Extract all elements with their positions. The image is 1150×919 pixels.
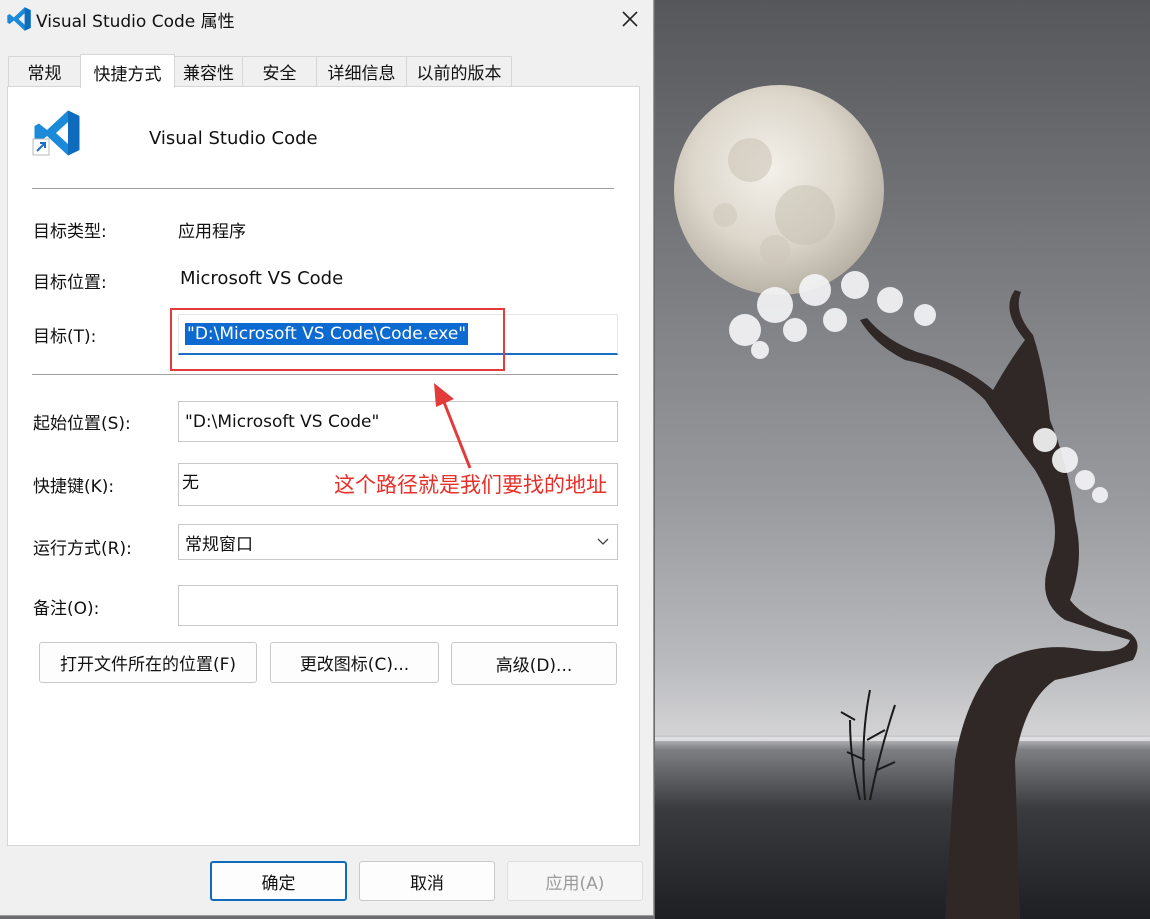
chevron-down-icon (597, 538, 609, 545)
start-in-field-text: "D:\Microsoft VS Code" (185, 411, 380, 432)
tab-shortcut[interactable]: 快捷方式 (80, 54, 175, 88)
ok-label: 确定 (261, 873, 296, 894)
apply-button[interactable]: 应用(A) (507, 861, 643, 901)
cancel-label: 取消 (410, 873, 444, 894)
title-bar[interactable]: Visual Studio Code 属性 (0, 0, 654, 38)
tab-label: 以前的版本 (416, 64, 502, 84)
ok-button[interactable]: 确定 (210, 861, 347, 901)
start-in-field[interactable]: "D:\Microsoft VS Code" (178, 401, 618, 442)
target-location-value: Microsoft VS Code (180, 268, 344, 289)
start-in-label: 起始位置(S): (33, 414, 131, 434)
annotation-highlight-box (170, 308, 505, 371)
properties-dialog: Visual Studio Code 属性 常规 快捷方式 兼容性 安全 详细信… (0, 0, 654, 916)
run-label: 运行方式(R): (33, 539, 132, 559)
water (655, 735, 1150, 919)
close-icon (622, 11, 638, 27)
hotkey-field-text: 无 (182, 473, 199, 493)
tab-details[interactable]: 详细信息 (316, 56, 407, 87)
run-select-value: 常规窗口 (185, 534, 253, 555)
change-icon-button[interactable]: 更改图标(C)... (270, 642, 439, 683)
target-label: 目标(T): (33, 327, 97, 347)
tab-label: 快捷方式 (93, 65, 162, 85)
divider (32, 374, 618, 375)
hotkey-label: 快捷键(K): (33, 477, 115, 497)
vscode-icon (7, 7, 31, 31)
divider (32, 188, 614, 189)
tab-label: 兼容性 (183, 64, 234, 84)
annotation-arrow-icon (434, 383, 472, 469)
wallpaper-art (655, 85, 1150, 919)
comment-field[interactable] (178, 585, 618, 626)
target-type-label: 目标类型: (33, 222, 107, 242)
tab-previous-versions[interactable]: 以前的版本 (406, 56, 512, 87)
annotation-text: 这个路径就是我们要找的地址 (334, 473, 607, 497)
target-location-label: 目标位置: (33, 273, 107, 293)
tab-general[interactable]: 常规 (8, 56, 81, 87)
cancel-button[interactable]: 取消 (359, 861, 495, 901)
open-location-button[interactable]: 打开文件所在的位置(F) (39, 642, 257, 683)
vscode-icon (32, 110, 80, 156)
tab-compatibility[interactable]: 兼容性 (174, 56, 243, 87)
change-icon-label: 更改图标(C)... (299, 655, 410, 675)
advanced-button[interactable]: 高级(D)... (451, 642, 617, 685)
target-type-value: 应用程序 (178, 222, 246, 242)
app-name: Visual Studio Code (149, 128, 318, 149)
desktop-wallpaper (655, 0, 1150, 919)
close-button[interactable] (612, 4, 648, 34)
tab-label: 常规 (27, 64, 62, 84)
advanced-label: 高级(D)... (495, 656, 573, 676)
open-location-label: 打开文件所在的位置(F) (59, 655, 237, 675)
comment-label: 备注(O): (33, 599, 100, 619)
tab-label: 详细信息 (327, 64, 396, 84)
apply-label: 应用(A) (545, 873, 605, 894)
run-select[interactable]: 常规窗口 (178, 524, 618, 560)
tab-label: 安全 (262, 64, 297, 84)
window-title: Visual Studio Code 属性 (36, 12, 235, 32)
tab-security[interactable]: 安全 (242, 56, 317, 87)
